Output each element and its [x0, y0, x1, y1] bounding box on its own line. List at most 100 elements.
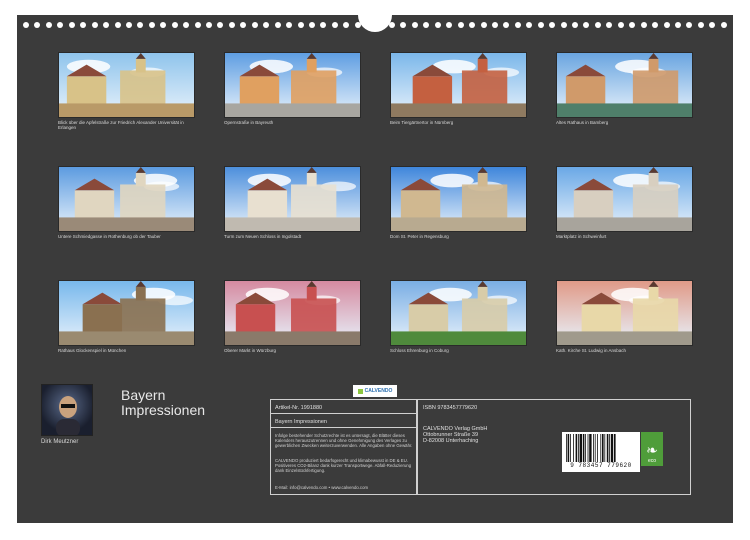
barcode-bar	[589, 434, 592, 462]
binding-hole	[91, 22, 98, 28]
binding-hole	[640, 22, 647, 28]
binding-hole	[251, 22, 258, 28]
binding-hole	[572, 22, 578, 28]
binding-hole	[663, 22, 670, 28]
photo-image	[58, 52, 195, 118]
leaf-icon: ❧	[646, 442, 658, 458]
binding-hole	[457, 22, 464, 28]
binding-hole	[583, 22, 590, 28]
binding-hole	[308, 22, 315, 28]
binding-hole	[297, 22, 304, 28]
photo-caption: Opernstraße in Bayreuth	[224, 120, 274, 125]
eco-badge: ❧ eco	[641, 432, 663, 466]
barcode-bar	[566, 434, 567, 462]
contact-text: E-Mail: info@calvendo.com • www.calvendo…	[275, 485, 369, 490]
barcode-bar	[609, 434, 610, 462]
binding-hole	[594, 22, 601, 28]
author-name: Dirk Meutzner	[41, 439, 79, 445]
binding-hole	[137, 22, 144, 28]
divider	[270, 427, 417, 428]
binding-hole	[469, 22, 476, 28]
photo-tile: Rathaus Glockenspiel in München	[58, 280, 195, 359]
photo-image	[556, 166, 693, 232]
binding-hole	[503, 22, 510, 28]
barcode-bar	[594, 434, 596, 462]
binding-hole	[720, 22, 727, 28]
barcode-number: 9 783457 779620	[570, 462, 632, 469]
barcode-bar	[597, 434, 598, 462]
photo-tile: Kath. Kirche St. Ludwig in Ansbach	[556, 280, 693, 359]
barcode-bar	[604, 434, 606, 462]
photo-tile: Oberer Markt in Würzburg	[224, 280, 361, 359]
barcode-bar	[582, 434, 585, 462]
binding-hole	[537, 22, 544, 28]
photo-caption: Turm zum Neuen Schloss in Ingolstadt	[224, 234, 302, 239]
photo-tile: Opernstraße in Bayreuth	[224, 52, 361, 131]
binding-hole	[114, 22, 121, 28]
photo-image	[224, 166, 361, 232]
binding-hole	[80, 22, 87, 28]
binding-hole	[263, 22, 270, 28]
binding-hole	[549, 22, 556, 28]
article-number: Artikel-Nr. 1991880	[275, 405, 323, 411]
binding-hole	[240, 22, 247, 28]
calendar-title-line1: Bayern	[121, 387, 166, 403]
binding-hole	[206, 22, 212, 28]
photo-caption: Blick über die Apfelstraße zur Friedrich…	[58, 120, 184, 130]
binding-hole	[491, 22, 498, 28]
binding-hole	[68, 22, 75, 28]
binding-hole	[343, 22, 350, 28]
photo-caption: Altes Rathaus in Bamberg	[556, 120, 609, 125]
barcode: 9 783457 779620	[562, 432, 640, 472]
calendar-title-line2: Impressionen	[121, 402, 206, 418]
binding-hole	[45, 22, 52, 28]
binding-hole	[514, 22, 521, 28]
photo-caption: Beim Tiergärtnertor in Nürnberg	[390, 120, 454, 125]
author-photo	[41, 384, 93, 436]
photo-caption: Rathaus Glockenspiel in München	[58, 348, 127, 353]
photo-image	[224, 280, 361, 346]
photo-image	[58, 280, 195, 346]
photo-tile: Untere Schmiedgasse in Rothenburg ob der…	[58, 166, 195, 245]
calendar-title: Bayern Impressionen	[121, 388, 205, 418]
binding-hole	[686, 22, 693, 28]
photo-image	[556, 280, 693, 346]
legal-text-1: Infolge bestehender Schutzrechte ist es …	[275, 433, 413, 448]
photo-tile: Marktplatz in Schweinfurt	[556, 166, 693, 245]
barcode-bar	[578, 434, 579, 462]
binding-hole	[217, 22, 224, 28]
binding-hole	[560, 22, 567, 28]
binding-hole	[446, 22, 453, 28]
binding-hole	[697, 22, 704, 28]
photo-image	[224, 52, 361, 118]
barcode-bar	[587, 434, 589, 462]
calvendo-logo: CALVENDO	[353, 385, 397, 397]
photo-tile: Beim Tiergärtnertor in Nürnberg	[390, 52, 527, 131]
binding-hole	[629, 22, 636, 28]
photo-tile: Schloss Ehrenburg in Coburg	[390, 280, 527, 359]
binding-hole	[709, 22, 716, 28]
barcode-bars	[566, 434, 616, 462]
binding-hole	[34, 22, 41, 28]
photo-caption: Marktplatz in Schweinfurt	[556, 234, 607, 239]
binding-hole	[606, 22, 613, 28]
photo-tile: Blick über die Apfelstraße zur Friedrich…	[58, 52, 195, 131]
photo-tile: Dom St. Peter in Regensburg	[390, 166, 527, 245]
binding-hole	[400, 22, 407, 28]
binding-hole	[57, 22, 64, 28]
barcode-bar	[602, 434, 604, 462]
binding-hole	[274, 22, 281, 28]
barcode-bar	[579, 434, 582, 462]
barcode-bar	[575, 434, 578, 462]
divider	[270, 413, 417, 414]
barcode-bar	[585, 434, 586, 462]
photo-caption: Kath. Kirche St. Ludwig in Ansbach	[556, 348, 627, 353]
binding-hole	[194, 22, 201, 28]
photo-caption: Dom St. Peter in Regensburg	[390, 234, 449, 239]
photo-tile: Altes Rathaus in Bamberg	[556, 52, 693, 131]
isbn: ISBN 9783457779620	[423, 405, 478, 411]
legal-text-2: CALVENDO produziert bedarfsgerecht und k…	[275, 458, 412, 473]
binding-hole	[331, 22, 338, 28]
barcode-bar	[614, 434, 616, 462]
calvendo-logo-text: CALVENDO	[364, 388, 393, 394]
